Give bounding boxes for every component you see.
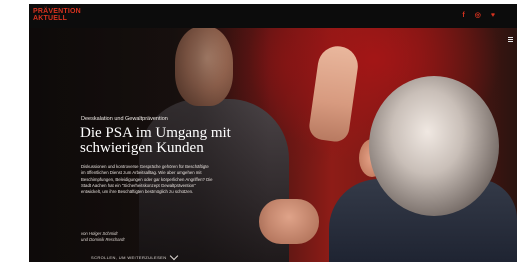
scroll-label: SCROLLEN, UM WEITERZULESEN — [91, 255, 167, 260]
headline-line-1: Die PSA im Umgang mit — [80, 125, 231, 141]
page: PRÄVENTION AKTUELL f ◎ ♥ Deeskalation un… — [0, 0, 517, 262]
hamburger-menu-icon[interactable] — [508, 37, 513, 43]
article-kicker: Deeskalation und Gewaltprävention — [81, 116, 168, 122]
logo-line-1: PRÄVENTION — [33, 8, 81, 15]
logo-line-2: AKTUELL — [33, 15, 68, 22]
social-links: f ◎ ♥ — [462, 12, 495, 20]
twitter-icon[interactable]: ♥ — [491, 12, 495, 20]
scroll-hint[interactable]: SCROLLEN, UM WEITERZULESEN — [91, 251, 178, 261]
raised-hand — [307, 43, 361, 144]
article-authors: von Holger Schmidt und Dominik Reschardt — [81, 231, 125, 243]
article-teaser: Diskussionen und kontroverse Gespräche g… — [81, 164, 213, 195]
instagram-icon[interactable]: ◎ — [475, 12, 481, 20]
author-line-2: und Dominik Reschardt — [81, 237, 125, 242]
top-bar: PRÄVENTION AKTUELL f ◎ ♥ — [29, 4, 517, 28]
person-right-head — [369, 76, 499, 216]
hero-section: PRÄVENTION AKTUELL f ◎ ♥ Deeskalation un… — [29, 4, 517, 262]
facebook-icon[interactable]: f — [462, 12, 464, 20]
headline-line-2: schwierigen Kunden — [80, 140, 204, 156]
article-headline: Die PSA im Umgang mit schwierigen Kunden — [80, 126, 290, 156]
site-logo[interactable]: PRÄVENTION AKTUELL — [33, 8, 81, 22]
